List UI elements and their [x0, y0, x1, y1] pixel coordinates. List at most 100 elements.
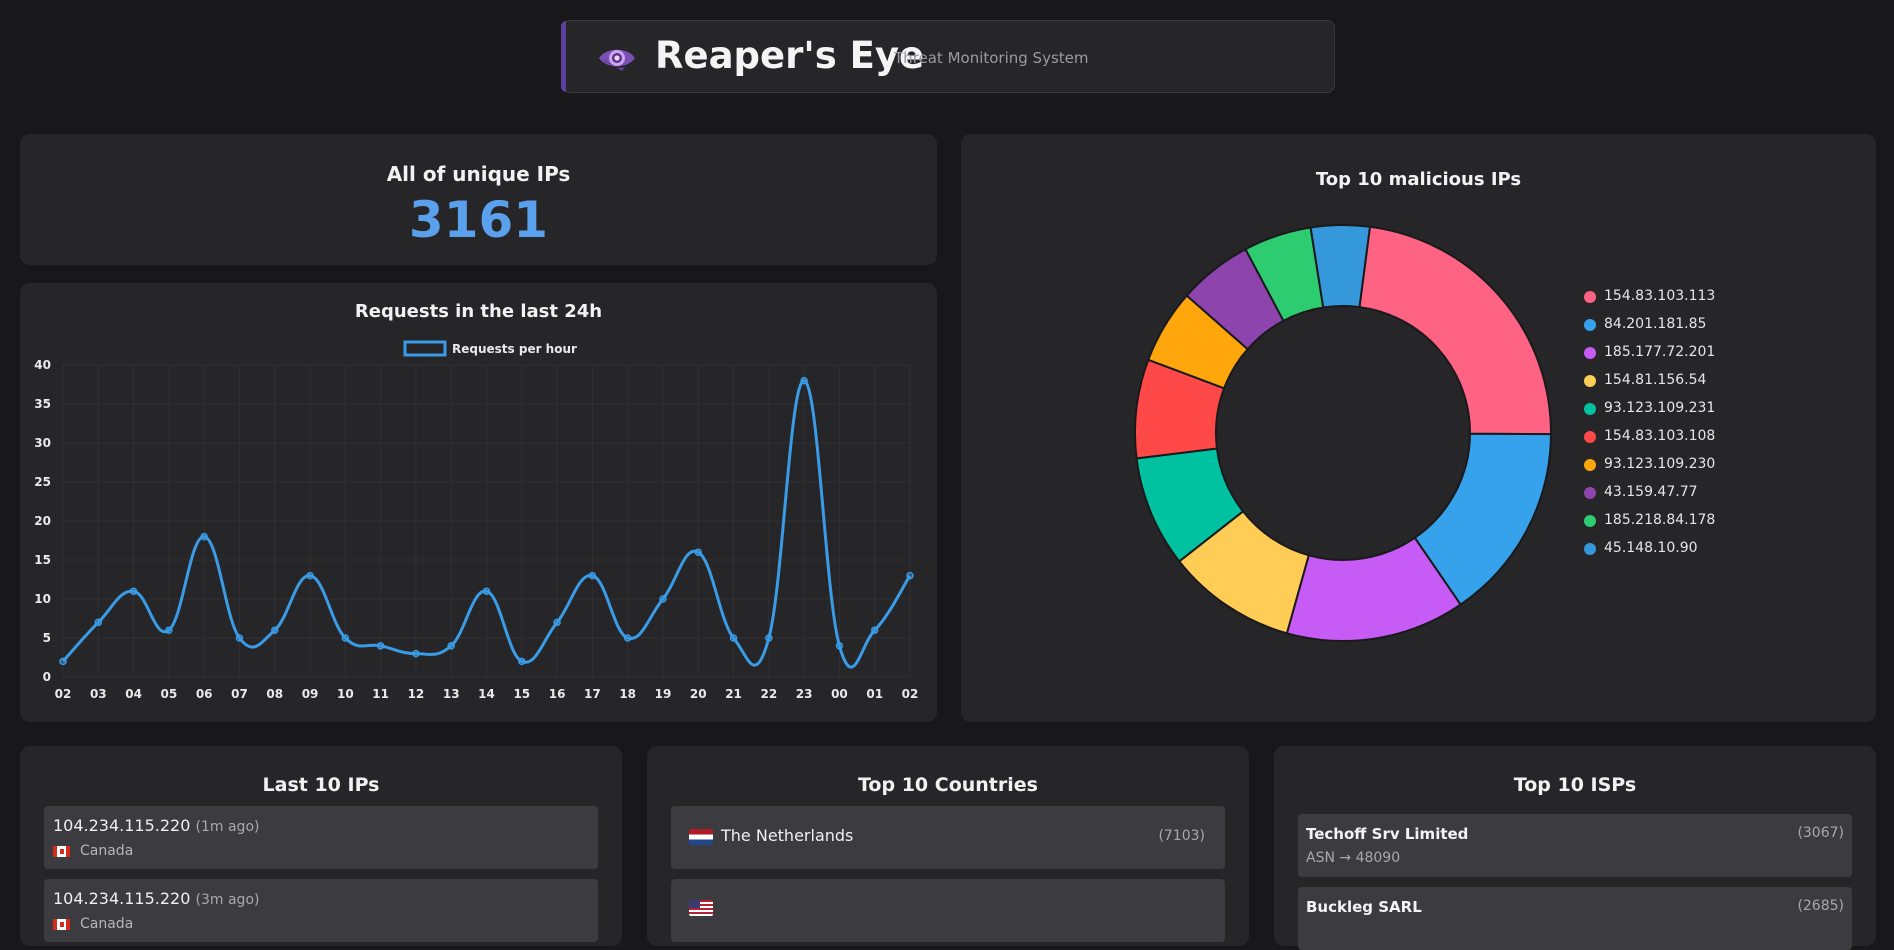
x-tick-label: 11	[372, 687, 389, 701]
legend-dot-icon	[1584, 543, 1596, 555]
y-tick-label: 20	[34, 514, 51, 528]
country-name: The Netherlands	[689, 826, 853, 845]
x-tick-label: 21	[725, 687, 742, 701]
list-item[interactable]	[671, 879, 1225, 942]
x-tick-label: 00	[831, 687, 848, 701]
isp-count: (3067)	[1797, 825, 1844, 841]
legend-dot-icon	[1584, 431, 1596, 443]
legend-dot-icon	[1584, 375, 1596, 387]
country-name	[689, 897, 721, 916]
x-tick-label: 02	[55, 687, 72, 701]
x-tick-label: 10	[337, 687, 354, 701]
data-point[interactable]	[588, 571, 597, 580]
flag-canada-icon	[53, 918, 70, 930]
country-count: (7103)	[1158, 828, 1205, 844]
top-countries-card: Top 10 Countries The Netherlands (7103)	[647, 746, 1249, 946]
list-item[interactable]: Buckleg SARL (2685)	[1298, 887, 1852, 950]
legend-dot-icon	[1584, 403, 1596, 415]
data-point[interactable]	[870, 626, 879, 634]
data-point[interactable]	[447, 642, 455, 650]
requests-line-chart: 051015202530354002 03 04 05 06 07 08 09 10 11 12 13…	[34, 340, 919, 701]
x-tick-label: 20	[690, 687, 707, 701]
data-point[interactable]	[341, 634, 350, 642]
list-item[interactable]: 104.234.115.220 (1m ago) Canada	[44, 806, 598, 869]
legend-label: Requests per hour	[452, 342, 577, 356]
data-point[interactable]	[59, 657, 67, 666]
x-tick-label: 12	[408, 687, 425, 701]
isp-asn: ASN → 48090	[1306, 850, 1401, 866]
data-point[interactable]	[659, 595, 667, 603]
data-point[interactable]	[412, 649, 420, 658]
malicious-ips-donut-chart	[1134, 224, 1553, 642]
legend-swatch	[403, 340, 447, 357]
legend-label: 84.201.181.85	[1604, 316, 1707, 332]
x-tick-label: 01	[866, 687, 883, 701]
x-tick-label: 02	[902, 687, 919, 701]
data-point[interactable]	[271, 626, 279, 634]
data-point[interactable]	[129, 587, 138, 595]
isp-name: Techoff Srv Limited	[1306, 825, 1469, 843]
y-tick-label: 40	[34, 358, 51, 372]
data-point[interactable]	[694, 548, 702, 556]
legend-dot-icon	[1584, 459, 1596, 471]
data-point[interactable]	[553, 618, 561, 627]
ip-address: 104.234.115.220 (1m ago)	[53, 816, 259, 835]
legend-dot-icon	[1584, 347, 1596, 359]
data-point[interactable]	[482, 587, 491, 595]
data-point[interactable]	[200, 532, 208, 541]
legend-label: 154.83.103.113	[1604, 288, 1716, 304]
pie-slice[interactable]	[1358, 225, 1552, 436]
top-isps-card: Top 10 ISPs Techoff Srv Limited (3067) A…	[1274, 746, 1876, 950]
legend-label: 43.159.47.77	[1604, 484, 1698, 500]
data-point[interactable]	[906, 571, 914, 580]
data-point[interactable]	[835, 642, 844, 650]
list-item[interactable]: 104.234.115.220 (3m ago) Canada	[44, 879, 598, 942]
data-point[interactable]	[623, 634, 632, 642]
data-point[interactable]	[165, 626, 173, 634]
x-tick-label: 18	[619, 687, 636, 701]
flag-netherlands-icon	[689, 828, 713, 845]
isp-count: (2685)	[1797, 898, 1844, 914]
y-tick-label: 35	[34, 397, 51, 411]
top-isps-title: Top 10 ISPs	[1513, 774, 1637, 796]
isp-name: Buckleg SARL	[1306, 898, 1422, 916]
x-tick-label: 14	[478, 687, 495, 701]
x-tick-label: 09	[302, 687, 319, 701]
x-tick-label: 16	[549, 687, 566, 701]
x-tick-label: 08	[266, 687, 283, 701]
legend-dot-icon	[1584, 515, 1596, 527]
list-item[interactable]: The Netherlands (7103)	[671, 806, 1225, 869]
data-point[interactable]	[235, 634, 244, 642]
data-point[interactable]	[800, 376, 808, 385]
top-countries-title: Top 10 Countries	[858, 774, 1038, 796]
list-item[interactable]: Techoff Srv Limited (3067) ASN → 48090	[1298, 814, 1852, 877]
data-point[interactable]	[306, 571, 314, 580]
x-tick-label: 17	[584, 687, 601, 701]
last-ips-card: Last 10 IPs 104.234.115.220 (1m ago) Can…	[20, 746, 622, 946]
ip-address: 104.234.115.220 (3m ago)	[53, 889, 259, 908]
malicious-chart-title: Top 10 malicious IPs	[1315, 169, 1522, 190]
ip-value: 104.234.115.220	[53, 816, 191, 835]
data-point[interactable]	[765, 634, 773, 642]
x-tick-label: 13	[443, 687, 460, 701]
y-tick-label: 15	[34, 553, 51, 567]
data-point[interactable]	[94, 618, 103, 627]
y-tick-label: 30	[34, 436, 51, 450]
ip-country: Canada	[53, 843, 133, 859]
legend-label: 154.83.103.108	[1604, 428, 1716, 444]
data-point[interactable]	[518, 657, 526, 666]
country-label: The Netherlands	[721, 826, 854, 845]
data-point[interactable]	[729, 634, 738, 642]
legend-label: 185.218.84.178	[1604, 512, 1716, 528]
legend-dot-icon	[1584, 291, 1596, 303]
legend-label: 93.123.109.231	[1604, 400, 1716, 416]
x-tick-label: 03	[90, 687, 107, 701]
ip-value: 104.234.115.220	[53, 889, 191, 908]
country-label: Canada	[80, 916, 134, 932]
legend-dot-icon	[1584, 487, 1596, 499]
data-point[interactable]	[376, 642, 385, 650]
legend-dot-icon	[1584, 319, 1596, 331]
legend-label: 154.81.156.54	[1604, 372, 1707, 388]
legend-label: 45.148.10.90	[1604, 540, 1698, 556]
y-tick-label: 0	[43, 670, 51, 684]
